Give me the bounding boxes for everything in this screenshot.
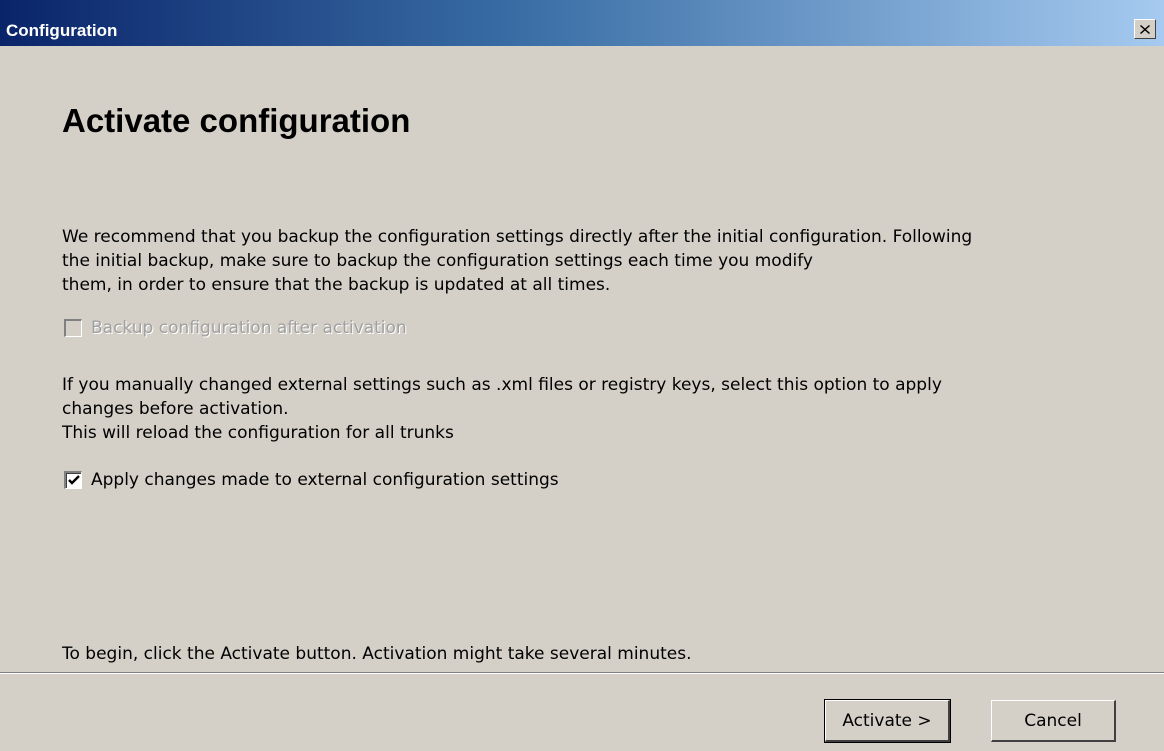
checkmark-icon bbox=[67, 475, 80, 485]
external-text-line: This will reload the configuration for a… bbox=[62, 423, 454, 443]
external-text-line: If you manually changed external setting… bbox=[62, 375, 942, 395]
external-text-line: changes before activation. bbox=[62, 399, 289, 419]
external-settings-text: If you manually changed external setting… bbox=[62, 373, 942, 445]
window-title: Configuration bbox=[6, 21, 118, 40]
cancel-button[interactable]: Cancel bbox=[991, 700, 1116, 742]
page-title: Activate configuration bbox=[62, 102, 411, 139]
backup-recommendation-text: We recommend that you backup the configu… bbox=[62, 225, 972, 297]
backup-after-activation-checkbox bbox=[64, 319, 82, 337]
backup-text-line: the initial backup, make sure to backup … bbox=[62, 251, 813, 271]
backup-after-activation-option: Backup configuration after activation bbox=[64, 317, 407, 339]
close-button[interactable] bbox=[1134, 19, 1156, 39]
activate-button[interactable]: Activate > bbox=[824, 699, 951, 743]
title-bar: Configuration bbox=[0, 0, 1164, 46]
begin-instruction-text: To begin, click the Activate button. Act… bbox=[62, 644, 692, 664]
backup-text-line: them, in order to ensure that the backup… bbox=[62, 275, 611, 295]
backup-text-line: We recommend that you backup the configu… bbox=[62, 227, 973, 247]
apply-external-changes-label[interactable]: Apply changes made to external configura… bbox=[91, 469, 559, 491]
configuration-dialog: Configuration Activate configuration We … bbox=[0, 0, 1164, 751]
close-icon bbox=[1140, 24, 1150, 34]
backup-after-activation-label: Backup configuration after activation bbox=[91, 318, 407, 338]
apply-external-changes-checkbox[interactable] bbox=[64, 471, 82, 489]
apply-external-changes-option[interactable]: Apply changes made to external configura… bbox=[64, 469, 559, 491]
footer-divider bbox=[0, 672, 1164, 674]
